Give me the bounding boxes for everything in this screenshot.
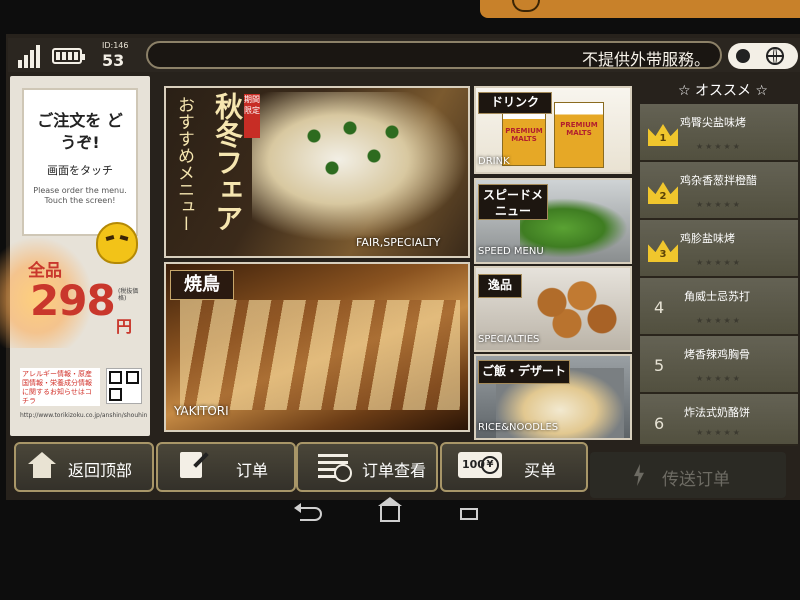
globe-icon <box>766 47 784 65</box>
ranking-item-name: 鸡胗盐味烤 <box>680 232 735 245</box>
limited-time-badge: 期間限定 <box>244 94 260 138</box>
checkout-label: 买单 <box>524 461 557 480</box>
rating-stars: ★★★★★ <box>696 316 742 325</box>
crown-icon: 2 <box>648 182 678 204</box>
signal-icon <box>14 44 46 68</box>
yakitori-label: YAKITORI <box>174 404 229 418</box>
ranking-item-name: 鸡臀尖盐味烤 <box>680 116 746 129</box>
mascot-face-icon <box>736 49 750 63</box>
ranking-item[interactable]: 3 鸡胗盐味烤 ★★★★★ <box>640 220 798 278</box>
specials-label: SPECIALTIES <box>478 334 540 345</box>
money-icon: 100 ¥ <box>458 452 502 478</box>
battery-icon <box>52 48 85 64</box>
drink-label: DRINK <box>478 156 510 167</box>
send-order-label: 传送订单 <box>662 470 730 490</box>
ranking-number: 4 <box>654 298 665 317</box>
checkout-button[interactable]: 100 ¥ 买单 <box>440 442 588 492</box>
order-pen-icon <box>180 452 202 478</box>
ranking-item[interactable]: 6 炸法式奶酪饼 ★★★★★ <box>640 394 798 446</box>
fair-label: FAIR,SPECIALTY <box>356 236 441 249</box>
crown-icon: 3 <box>648 240 678 262</box>
price-currency: 円 <box>116 317 133 336</box>
yakitori-image <box>180 300 460 410</box>
yakitori-title: 焼鳥 <box>170 270 234 300</box>
speed-title: スピードメニュー <box>478 184 548 220</box>
notice-marquee: 不提供外带服務。 <box>146 41 722 69</box>
ranking-item-name: 烤香辣鸡胸骨 <box>684 348 750 361</box>
ranking-header: ☆ オススメ ☆ <box>677 83 768 99</box>
price-value: 298 <box>30 276 116 325</box>
ranking-item[interactable]: 2 鸡杂香葱拌橙醋 ★★★★★ <box>640 162 798 220</box>
rating-stars: ★★★★★ <box>696 200 742 209</box>
fair-title: 秋冬フェア <box>211 92 244 232</box>
speed-label: SPEED MENU <box>478 246 544 257</box>
ranking-item-name: 炸法式奶酪饼 <box>684 406 750 419</box>
price-note: (税抜価格) <box>118 288 139 302</box>
rating-stars: ★★★★★ <box>696 258 742 267</box>
order-list-icon <box>318 454 352 482</box>
send-order-button[interactable]: 传送订单 <box>590 452 786 498</box>
info-url: http://www.torikizoku.co.jp/anshin/shouh… <box>20 412 148 419</box>
qr-code-icon <box>106 368 142 404</box>
karaage-image <box>522 276 622 342</box>
ranking-item-name: 鸡杂香葱拌橙醋 <box>680 174 757 187</box>
order-history-button[interactable]: 订单查看 <box>296 442 438 492</box>
home-icon <box>28 452 56 478</box>
specials-title: 逸品 <box>478 274 522 298</box>
mascot-icon <box>96 222 138 264</box>
ranking-number: 5 <box>654 356 665 375</box>
recent-apps-icon[interactable] <box>460 508 478 520</box>
drink-title: ドリンク <box>478 92 552 114</box>
welcome-title: ご注文を どうぞ! <box>37 111 123 152</box>
home-nav-icon[interactable] <box>378 497 402 522</box>
ranking-item[interactable]: 1 鸡臀尖盐味烤 ★★★★★ <box>640 104 798 162</box>
order-history-label: 订单查看 <box>362 461 427 480</box>
allergy-text: アレルギー情報・原産国情報・栄養成分情報に関するお知らせはコチラ <box>22 370 92 405</box>
ranking-item[interactable]: 5 烤香辣鸡胸骨 ★★★★★ <box>640 336 798 394</box>
crown-icon: 1 <box>648 124 678 146</box>
fair-subtitle: おすすめメニュー <box>174 96 194 232</box>
welcome-subtitle: 画面をタッチ <box>47 164 113 177</box>
language-button[interactable] <box>728 43 798 69</box>
lightning-icon <box>634 464 644 486</box>
home-button[interactable]: 返回顶部 <box>14 442 154 492</box>
rating-stars: ★★★★★ <box>696 428 742 437</box>
rating-stars: ★★★★★ <box>696 374 742 383</box>
rice-title: ご飯・デザート <box>478 360 570 384</box>
rating-stars: ★★★★★ <box>696 142 742 151</box>
table-number: 53 <box>102 51 125 70</box>
ranking-number: 6 <box>654 414 665 433</box>
ranking-item[interactable]: 4 角威士忌苏打 ★★★★★ <box>640 278 798 336</box>
beer-glass-image: PREMIUM MALTS <box>554 102 604 168</box>
welcome-english: Please order the menu. Touch the screen! <box>33 186 127 205</box>
fair-topping-image <box>290 112 410 192</box>
rice-label: RICE&NOODLES <box>478 422 559 433</box>
home-button-label: 返回顶部 <box>68 461 133 480</box>
device-id: ID:146 <box>102 41 129 50</box>
back-nav-icon[interactable] <box>294 503 322 521</box>
order-button[interactable]: 订单 <box>156 442 296 492</box>
ranking-item-name: 角威士忌苏打 <box>684 290 750 303</box>
order-button-label: 订单 <box>236 461 269 480</box>
